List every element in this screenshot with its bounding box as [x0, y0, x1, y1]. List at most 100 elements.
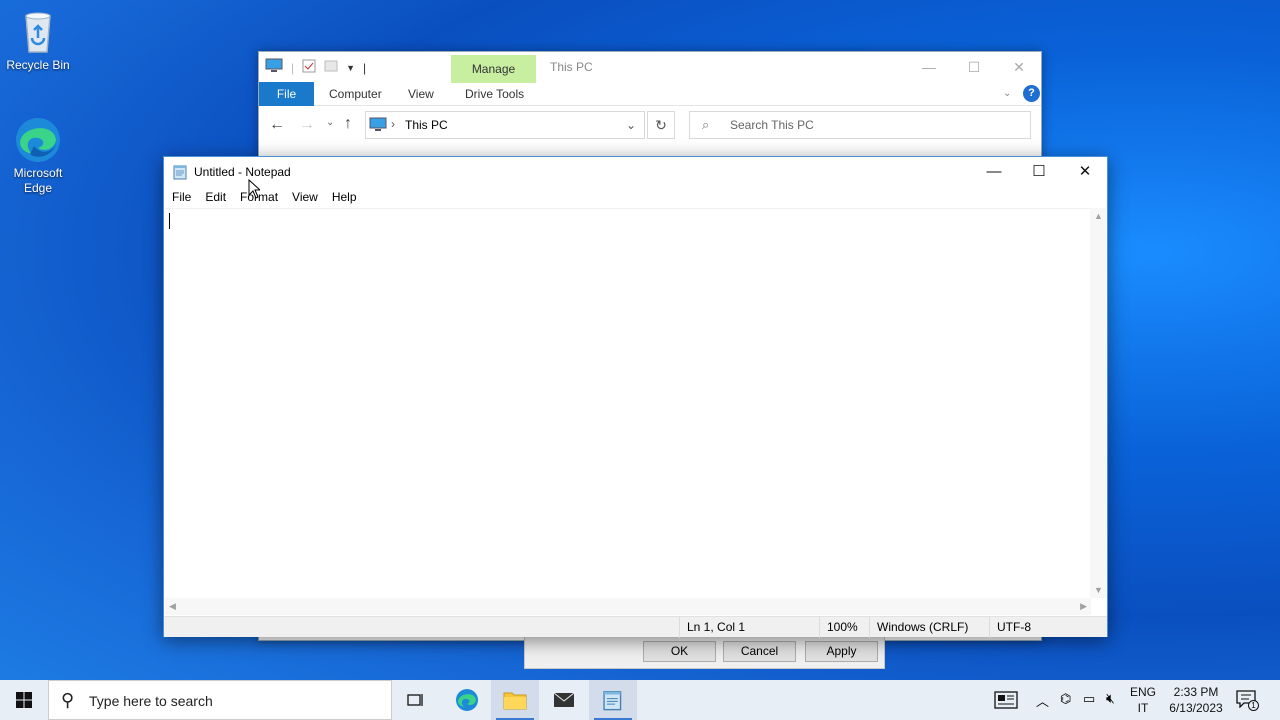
mail-icon	[553, 692, 575, 707]
volume-muted-icon[interactable]: 🔇︎	[1106, 690, 1115, 707]
search-icon: ⌕	[702, 117, 710, 132]
language-code: ENG	[1129, 685, 1156, 699]
windows-icon	[16, 692, 32, 708]
properties-icon[interactable]	[302, 59, 316, 76]
minimize-button[interactable]: —	[971, 157, 1017, 187]
ok-button[interactable]: OK	[643, 641, 716, 662]
clock[interactable]: 2:33 PM 6/13/2023	[1163, 684, 1229, 716]
desktop-icon-label: Recycle Bin	[6, 58, 70, 72]
recent-locations-icon[interactable]: ⌄	[326, 117, 334, 128]
desktop-icon-recycle-bin[interactable]: Recycle Bin	[0, 8, 76, 73]
status-bar: Ln 1, Col 1 100% Windows (CRLF) UTF-8	[164, 616, 1107, 638]
clock-time: 2:33 PM	[1173, 685, 1219, 699]
task-view-button[interactable]	[392, 680, 440, 720]
edge-icon	[14, 116, 62, 164]
taskbar-search-box[interactable]: ⚲ Type here to search	[48, 680, 392, 720]
device-icon[interactable]: ⌬	[1060, 691, 1071, 707]
notification-badge: 1	[1248, 700, 1259, 711]
recycle-bin-icon	[14, 8, 62, 56]
desktop-icon-edge[interactable]: Microsoft Edge	[0, 116, 76, 196]
notepad-titlebar[interactable]: Untitled - Notepad — ☐ ✕	[164, 157, 1107, 187]
language-indicator[interactable]: ENG IT	[1126, 684, 1160, 716]
start-button[interactable]	[0, 680, 48, 720]
scroll-left-icon[interactable]: ◀	[169, 601, 176, 612]
taskbar-file-explorer-button[interactable]	[491, 680, 539, 720]
close-button[interactable]: ✕	[1062, 157, 1108, 187]
up-arrow-icon[interactable]: ↑	[344, 115, 352, 133]
text-caret	[169, 213, 170, 229]
forward-arrow-icon[interactable]: →	[299, 116, 315, 134]
notepad-icon	[173, 164, 188, 180]
computer-icon	[369, 117, 387, 136]
refresh-icon[interactable]: ↻	[647, 111, 675, 139]
ribbon-tabs: File Computer View Drive Tools ⌄ ?	[259, 82, 1041, 106]
chevron-down-icon[interactable]: ⌄	[626, 118, 636, 132]
menu-file[interactable]: File	[172, 187, 198, 207]
properties-dialog: OK Cancel Apply	[524, 637, 885, 669]
menu-help[interactable]: Help	[332, 187, 364, 207]
task-view-icon	[407, 694, 423, 706]
customize-qat-icon[interactable]: ▼	[346, 63, 355, 73]
folder-icon	[503, 692, 527, 710]
mouse-pointer-icon	[248, 178, 262, 199]
scroll-down-icon[interactable]: ▼	[1094, 585, 1103, 595]
quick-access-toolbar: | ▼ |	[265, 58, 366, 77]
taskbar-notepad-button[interactable]	[589, 680, 637, 720]
search-placeholder: Search This PC	[730, 118, 814, 132]
menu-edit[interactable]: Edit	[205, 187, 233, 207]
desktop-icon-label: Microsoft Edge	[13, 166, 63, 195]
new-folder-icon[interactable]	[324, 59, 338, 76]
show-hidden-icons-icon[interactable]: ︿	[1036, 691, 1049, 710]
tab-computer[interactable]: Computer	[329, 82, 382, 106]
menu-view[interactable]: View	[292, 187, 325, 207]
status-position: Ln 1, Col 1	[679, 617, 819, 638]
address-text: This PC	[405, 118, 448, 132]
status-encoding: UTF-8	[989, 617, 1104, 638]
news-widget-icon[interactable]	[994, 691, 1018, 712]
notepad-icon	[603, 691, 622, 711]
status-line-endings: Windows (CRLF)	[869, 617, 989, 638]
explorer-title: This PC	[550, 60, 593, 74]
notepad-title: Untitled - Notepad	[194, 165, 291, 179]
help-icon[interactable]: ?	[1023, 85, 1040, 102]
maximize-button[interactable]: ☐	[959, 56, 989, 78]
minimize-button[interactable]: —	[914, 56, 944, 78]
edge-icon	[456, 689, 478, 711]
notification-center-button[interactable]: 1	[1236, 690, 1259, 711]
address-bar[interactable]: › This PC ⌄	[365, 111, 645, 139]
taskbar: ⚲ Type here to search ︿ ⌬ ▭ 🔇︎ ENG IT 2:…	[0, 680, 1280, 720]
menu-format[interactable]: Format	[240, 187, 285, 207]
explorer-titlebar[interactable]: | ▼ | Manage This PC — ☐ ✕	[259, 52, 1041, 83]
tab-file[interactable]: File	[259, 82, 314, 106]
vertical-scrollbar[interactable]: ▲ ▼	[1090, 208, 1106, 598]
explorer-search-input[interactable]: ⌕ Search This PC	[689, 111, 1031, 139]
keyboard-layout: IT	[1137, 701, 1149, 715]
clock-date: 6/13/2023	[1169, 701, 1223, 715]
taskbar-mail-button[interactable]	[540, 680, 588, 720]
expand-ribbon-icon[interactable]: ⌄	[1003, 82, 1011, 106]
taskbar-search-placeholder: Type here to search	[89, 693, 213, 709]
separator: |	[291, 60, 295, 75]
separator: |	[363, 60, 367, 75]
tab-view[interactable]: View	[408, 82, 434, 106]
scroll-up-icon[interactable]: ▲	[1094, 211, 1103, 221]
apply-button[interactable]: Apply	[805, 641, 878, 662]
taskbar-edge-button[interactable]	[443, 680, 491, 720]
notepad-window[interactable]: Untitled - Notepad — ☐ ✕ File Edit Forma…	[163, 156, 1108, 638]
cancel-button[interactable]: Cancel	[723, 641, 796, 662]
network-icon[interactable]: ▭	[1083, 691, 1095, 707]
tab-manage[interactable]: Manage	[451, 55, 536, 83]
back-arrow-icon[interactable]: ←	[269, 116, 285, 134]
horizontal-scrollbar[interactable]: ◀ ▶	[165, 598, 1091, 615]
address-row: ← → ⌄ ↑ › This PC ⌄ ↻ ⌕ Search This PC	[259, 107, 1041, 145]
chevron-right-icon: ›	[391, 117, 395, 131]
scroll-right-icon[interactable]: ▶	[1080, 601, 1087, 612]
close-button[interactable]: ✕	[1004, 56, 1034, 78]
maximize-button[interactable]: ☐	[1016, 157, 1062, 187]
computer-icon[interactable]	[265, 58, 283, 77]
tab-drive-tools[interactable]: Drive Tools	[465, 82, 524, 106]
menu-bar: File Edit Format View Help	[164, 187, 1107, 207]
search-icon: ⚲	[61, 690, 75, 710]
status-zoom: 100%	[819, 617, 869, 638]
text-editor[interactable]	[165, 208, 1091, 598]
